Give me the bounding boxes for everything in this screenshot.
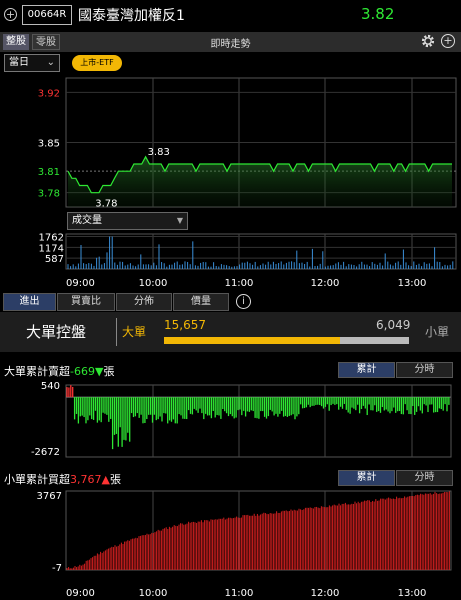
analysis-tabs: 進出 買賣比 分佈 價量 i [0,293,461,311]
tab-row: 即時走勢 整股 零股 + [0,32,461,52]
large-order-value: -669 [70,365,95,378]
volume-indicator-select[interactable]: 成交量 ▼ [67,212,188,230]
volume-y-tick: 1762 [39,233,64,244]
small-order-prefix: 小單累計買超 [4,473,70,486]
small-x-tick: 11:00 [225,588,254,599]
tab-flow[interactable]: 進出 [3,293,56,311]
info-icon[interactable]: i [236,294,251,309]
large-order-unit: 張 [103,365,115,378]
add-watchlist-icon[interactable]: + [4,8,17,21]
small-order-title: 小單累計買超3,767▲張 [4,471,121,487]
small-y-tick: 3767 [37,491,62,502]
price-y-tick: 3.85 [38,139,60,150]
small-order-value: 6,049 [376,318,411,332]
caret-down-icon: ▼ [176,216,183,225]
small-toggle-time[interactable]: 分時 [396,470,453,486]
market-badge: 上市-ETF [72,55,122,71]
small-x-tick: 10:00 [139,588,168,599]
top-bar: + 00664R 國泰臺灣加權反1 3.82 [0,0,461,32]
small-x-tick: 13:00 [398,588,427,599]
price-low-label: 3.78 [95,199,117,210]
big-order-ratio-fill [164,337,341,344]
stock-name: 國泰臺灣加權反1 [78,8,185,24]
small-order-label: 小單 [425,325,450,339]
up-arrow-icon: ▲ [101,473,110,486]
price-x-tick: 10:00 [139,278,168,286]
big-order-label: 大單 [122,325,147,339]
volume-frame [65,233,457,270]
add-chart-icon[interactable]: + [441,34,455,48]
chevron-down-icon: ⌄ [46,57,55,68]
large-toggle-time[interactable]: 分時 [396,362,453,378]
small-x-tick: 12:00 [311,588,340,599]
price-y-tick: 3.81 [38,167,60,178]
gear-icon[interactable] [420,33,436,49]
big-order-title: 大單控盤 [26,323,87,341]
price-y-tick: 3.78 [38,189,60,200]
price-chart: 3.92 3.85 3.81 3.78 3.83 3.78 17621174587 09:00… [38,77,457,286]
price-x-tick: 12:00 [311,278,340,286]
order-ratio-bar [164,337,409,344]
small-order-unit: 張 [109,473,121,486]
small-toggle-cumulative[interactable]: 累計 [338,470,395,486]
stock-code[interactable]: 00664R [22,5,72,25]
volume-y-tick: 587 [45,254,64,265]
price-y-tick: 3.92 [38,88,60,99]
volume-select-value: 成交量 [72,215,102,226]
small-x-tick: 09:00 [66,588,95,599]
price-high-label: 3.83 [148,147,170,158]
tab-whole-lot[interactable]: 整股 [3,34,29,50]
big-order-panel: 大單控盤 大單 15,657 6,049 小單 [0,312,461,352]
current-price: 3.82 [361,5,395,23]
small-order-value: 3,767 [70,473,102,486]
chart-title: 即時走勢 [210,39,251,50]
price-x-tick: 11:00 [225,278,254,286]
divider [116,318,117,346]
period-value: 當日 [9,57,29,68]
period-select[interactable]: 當日 ⌄ [4,54,60,72]
tab-price-volume[interactable]: 價量 [173,293,229,311]
tab-odd-lot[interactable]: 零股 [32,34,60,50]
price-x-tick: 09:00 [66,278,95,286]
large-y-tick: 540 [41,381,60,392]
large-y-tick: -2672 [31,447,60,458]
price-x-tick: 13:00 [398,278,427,286]
tab-buy-sell-ratio[interactable]: 買賣比 [57,293,115,311]
volume-y-tick: 1174 [39,243,64,254]
tab-distribution[interactable]: 分佈 [116,293,172,311]
large-toggle-cumulative[interactable]: 累計 [338,362,395,378]
small-y-tick: -7 [52,563,62,574]
large-order-title: 大單累計賣超-669▼張 [4,363,114,379]
big-order-value: 15,657 [164,318,206,332]
large-order-chart: 540 -2672 [31,381,452,458]
small-order-chart: 3767 -7 09:00 10:00 11:00 12:00 13:00 [37,490,452,599]
large-order-prefix: 大單累計賣超 [4,365,70,378]
